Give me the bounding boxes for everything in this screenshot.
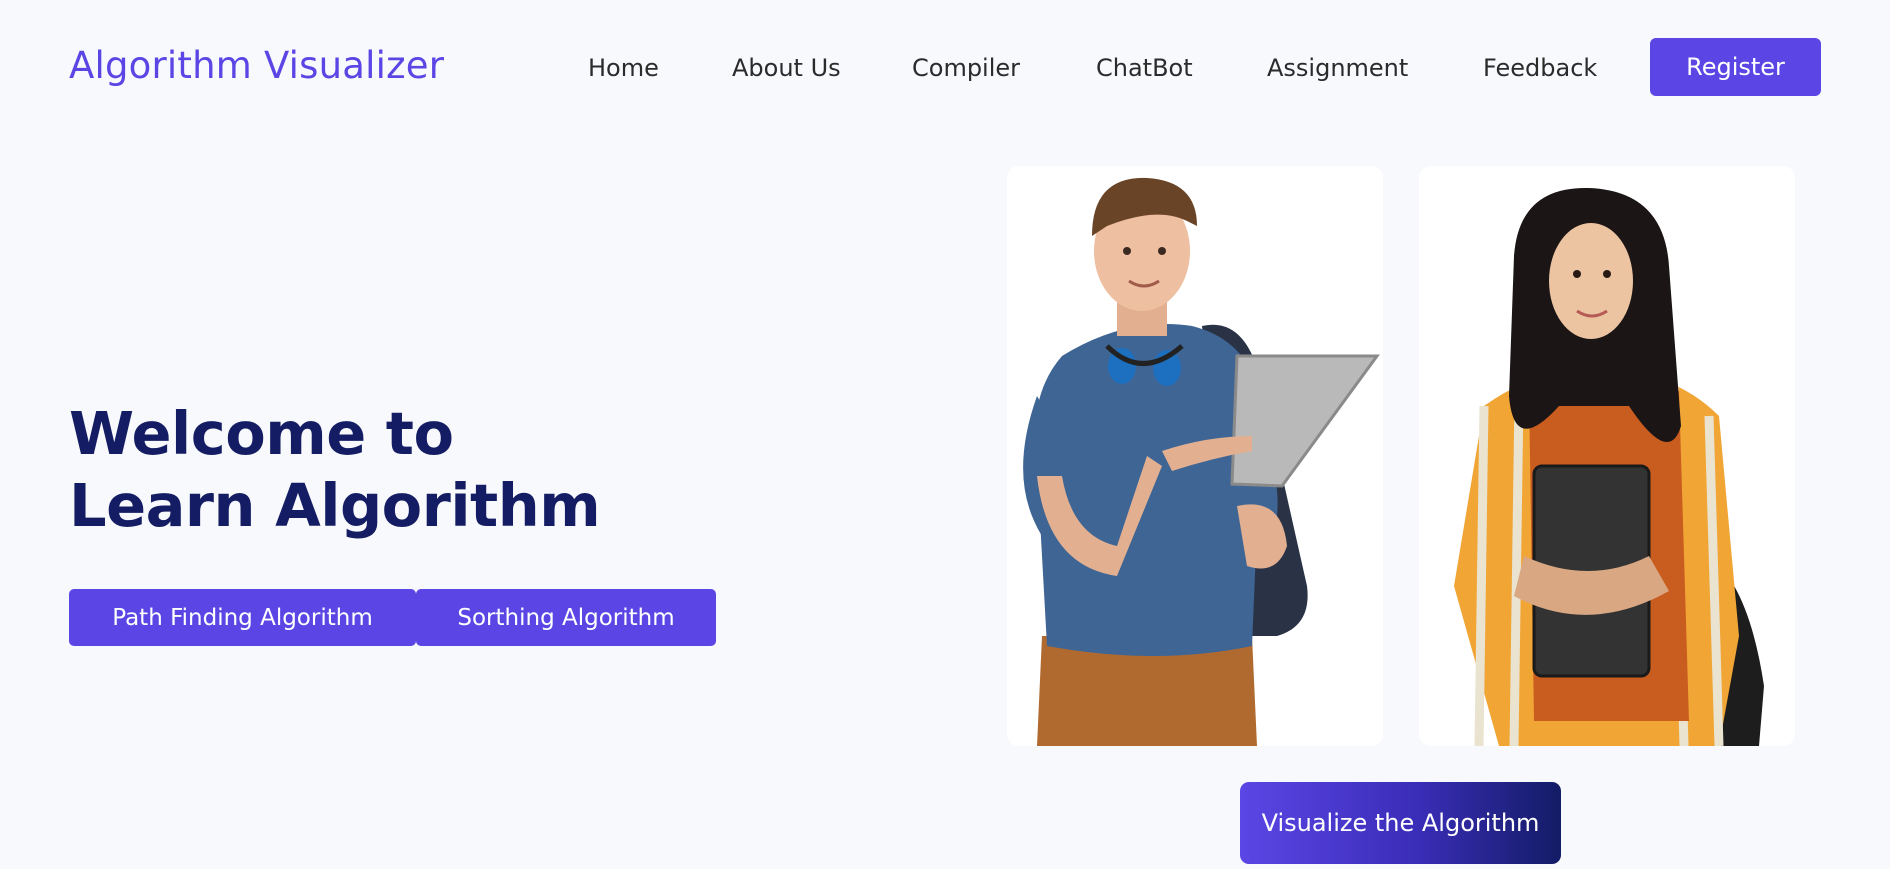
student-man-with-tablet-photo <box>1023 177 1380 746</box>
sorting-button[interactable]: Sorthing Algorithm <box>416 589 716 646</box>
nav-feedback[interactable]: Feedback <box>1483 54 1597 82</box>
hero-title-line-2: Learn Algorithm <box>69 471 601 540</box>
nav-home[interactable]: Home <box>588 54 659 82</box>
nav-about-us[interactable]: About Us <box>732 54 841 82</box>
student-man-card <box>1007 166 1383 746</box>
nav-compiler[interactable]: Compiler <box>912 54 1020 82</box>
hero-title-line-1: Welcome to <box>69 399 454 468</box>
hero-title: Welcome to Learn Algorithm <box>69 398 601 542</box>
nav-chatbot[interactable]: ChatBot <box>1096 54 1193 82</box>
visualize-algorithm-button[interactable]: Visualize the Algorithm <box>1240 782 1561 864</box>
nav-assignment[interactable]: Assignment <box>1267 54 1408 82</box>
student-woman-card <box>1419 166 1795 746</box>
student-woman-with-notebook-photo <box>1454 187 1764 746</box>
register-button[interactable]: Register <box>1650 38 1821 96</box>
main-nav: Home About Us Compiler ChatBot Assignmen… <box>0 38 1890 96</box>
path-finding-button[interactable]: Path Finding Algorithm <box>69 589 416 646</box>
